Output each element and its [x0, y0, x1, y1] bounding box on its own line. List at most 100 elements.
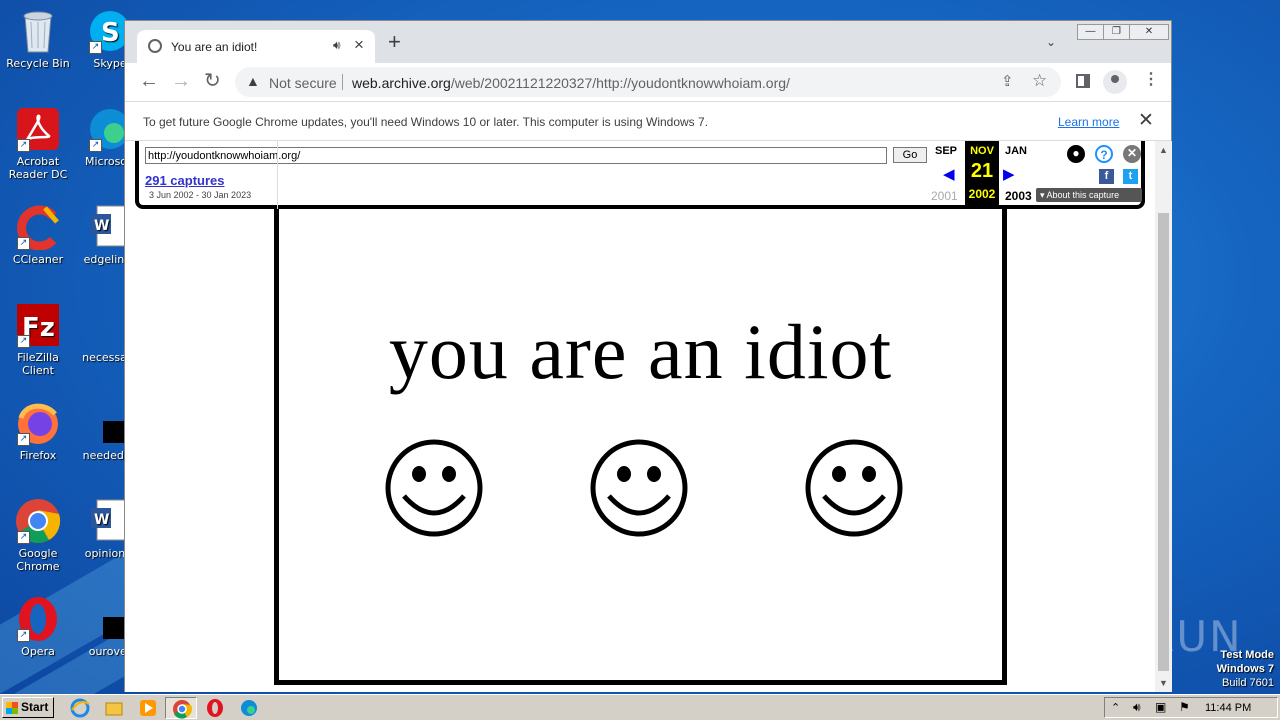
url-path: /web/20021121220327/http://youdontknowwh… [450, 75, 790, 91]
smiley-face-icon [805, 439, 903, 537]
prev-capture-arrow-icon[interactable]: ◀ [943, 165, 955, 183]
desktop-icon-label: Google Chrome [16, 547, 60, 573]
speaker-icon[interactable]: 🔊︎ [333, 38, 341, 53]
update-infobar: To get future Google Chrome updates, you… [125, 101, 1171, 141]
profile-avatar-icon[interactable] [1103, 70, 1127, 94]
current-capture: NOV 21 2002 [965, 141, 999, 205]
desktop-icon-label: Firefox [19, 449, 57, 462]
taskbar: Start ⌃ 🔊︎ ▣ ⚑ 11:44 PM [0, 694, 1280, 720]
side-panel-icon[interactable] [1076, 74, 1090, 88]
tab-active[interactable]: You are an idiot! 🔊︎ × [137, 30, 375, 63]
desktop-icon-label: Skype [93, 57, 127, 70]
shortcut-arrow-icon: ↗ [17, 629, 30, 642]
opera-icon: ↗ [15, 596, 61, 642]
show-hidden-icons-chevron-icon[interactable]: ⌃ [1111, 701, 1120, 714]
vertical-scrollbar[interactable]: ▲ ▼ [1155, 141, 1172, 692]
desktop-icon-label: Opera [21, 645, 55, 658]
facebook-icon[interactable]: f [1099, 169, 1114, 184]
network-icon[interactable]: ▣ [1155, 700, 1166, 714]
smiley-face-icon [590, 439, 688, 537]
watermark-line: Windows 7 [1216, 663, 1274, 675]
svg-text:S: S [101, 18, 120, 48]
system-tray: ⌃ 🔊︎ ▣ ⚑ 11:44 PM [1104, 697, 1278, 718]
desktop-icon-label: Acrobat Reader DC [8, 155, 68, 181]
forward-arrow-icon[interactable]: → [171, 69, 191, 93]
prev-year[interactable]: 2001 [931, 189, 958, 203]
desktop-icon-label: Recycle Bin [6, 57, 70, 70]
edge-icon[interactable] [239, 698, 261, 718]
divider [277, 141, 278, 209]
current-day: 21 [970, 160, 994, 182]
about-label: About this capture [1046, 190, 1120, 200]
share-icon[interactable]: ⇪ [1001, 72, 1014, 90]
restore-button[interactable]: ❐ [1103, 24, 1130, 40]
chrome-icon [173, 700, 192, 719]
captures-link[interactable]: 291 captures [145, 173, 225, 188]
tab-title: You are an idiot! [171, 40, 258, 54]
toolbar: ← → ↻ ▲ Not secure web.archive.org/web/2… [125, 63, 1171, 101]
desktop-icon-firefox[interactable]: ↗ Firefox [0, 400, 76, 462]
internet-explorer-icon[interactable] [70, 698, 92, 718]
close-infobar-icon[interactable]: ✕ [1138, 109, 1154, 132]
idiot-frame: you are an idiot [274, 201, 1007, 685]
desktop-icon-filezilla[interactable]: Fz ↗ FileZilla Client [0, 302, 76, 377]
watermark-line: Test Mode [1220, 649, 1274, 661]
opera-icon[interactable] [205, 698, 227, 718]
watermark-line: Build 7601 [1222, 677, 1274, 689]
warning-icon[interactable]: ▲ [246, 73, 260, 89]
scroll-thumb[interactable] [1158, 213, 1169, 671]
close-wayback-icon[interactable]: ✕ [1123, 145, 1141, 163]
smiley-face-icon [385, 439, 483, 537]
about-capture-button[interactable]: ▾ About this capture [1036, 188, 1142, 202]
address-bar[interactable]: ▲ Not secure web.archive.org/web/2002112… [235, 67, 1061, 97]
close-tab-icon[interactable]: × [354, 35, 364, 55]
help-icon[interactable]: ? [1095, 145, 1113, 163]
globe-icon [148, 39, 162, 53]
acrobat-icon: ↗ [15, 106, 61, 152]
learn-more-link[interactable]: Learn more [1058, 115, 1119, 129]
security-label[interactable]: Not secure [269, 75, 337, 91]
desktop-icon-opera[interactable]: ↗ Opera [0, 596, 76, 658]
action-center-flag-icon[interactable]: ⚑ [1179, 700, 1190, 714]
desktop-icon-recycle-bin[interactable]: Recycle Bin [0, 8, 76, 70]
media-player-icon[interactable] [138, 698, 160, 718]
back-arrow-icon[interactable]: ← [139, 69, 159, 93]
reload-icon[interactable]: ↻ [204, 69, 221, 93]
tab-search-chevron-icon[interactable]: ⌄ [1046, 35, 1056, 49]
twitter-icon[interactable]: t [1123, 169, 1138, 184]
new-tab-button[interactable]: + [388, 31, 401, 53]
next-month[interactable]: JAN [1005, 145, 1027, 157]
start-button[interactable]: Start [2, 697, 54, 718]
url-text[interactable]: web.archive.org/web/20021121220327/http:… [352, 75, 790, 91]
shortcut-arrow-icon: ↗ [17, 237, 30, 250]
desktop-icon-acrobat[interactable]: ↗ Acrobat Reader DC [0, 106, 76, 181]
wayback-go-button[interactable]: Go [893, 147, 927, 163]
shortcut-arrow-icon: ↗ [17, 433, 30, 446]
clock[interactable]: 11:44 PM [1205, 702, 1251, 714]
explorer-folder-icon[interactable] [104, 698, 126, 718]
svg-text:W: W [94, 218, 109, 234]
next-capture-arrow-icon[interactable]: ▶ [1003, 165, 1015, 183]
shortcut-arrow-icon: ↗ [17, 139, 30, 152]
divider [342, 74, 343, 90]
start-label: Start [21, 700, 49, 714]
desktop-icon-google-chrome[interactable]: ↗ Google Chrome [0, 498, 76, 573]
ccleaner-icon: ↗ [15, 204, 61, 251]
page-viewport: you are an idiot Go 291 captures 3 Jun 2… [125, 141, 1155, 692]
next-year[interactable]: 2003 [1005, 189, 1032, 203]
prev-month[interactable]: SEP [935, 145, 957, 157]
wayback-url-input[interactable] [145, 147, 887, 164]
close-window-button[interactable]: ✕ [1129, 24, 1169, 40]
bookmark-star-icon[interactable]: ☆ [1032, 71, 1047, 91]
shortcut-arrow-icon: ↗ [89, 41, 102, 54]
volume-icon[interactable]: 🔊︎ [1133, 700, 1141, 715]
scroll-down-icon[interactable]: ▼ [1159, 678, 1168, 688]
desktop-icon-ccleaner[interactable]: ↗ CCleaner [0, 204, 76, 266]
url-host: web.archive.org [352, 75, 451, 91]
windows-logo-icon [6, 702, 18, 714]
kebab-menu-icon[interactable]: ⋮ [1143, 72, 1159, 88]
account-icon[interactable]: ● [1067, 145, 1085, 163]
scroll-up-icon[interactable]: ▲ [1159, 145, 1168, 155]
minimize-button[interactable]: — [1077, 24, 1104, 40]
taskbar-chrome-active[interactable] [165, 697, 197, 719]
